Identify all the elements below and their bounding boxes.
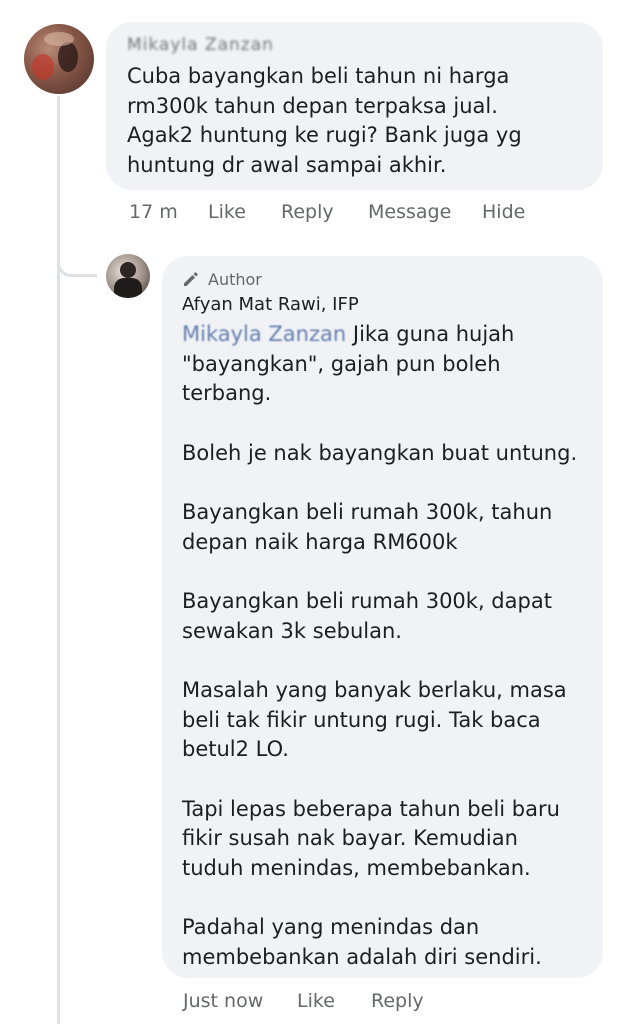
comment-timestamp[interactable]: 17 m — [129, 201, 208, 223]
commenter-name[interactable]: Mikayla Zanzan — [127, 34, 327, 56]
reply-paragraph: Padahal yang menindas dan membebankan ad… — [182, 915, 542, 969]
hide-button[interactable]: Hide — [482, 201, 525, 223]
reply-text: Mikayla Zanzan Jika guna hujah "bayangka… — [182, 320, 583, 972]
reply-paragraph: Tapi lepas beberapa tahun beli baru fiki… — [182, 796, 560, 880]
reply-button[interactable]: Reply — [281, 201, 368, 223]
reply-paragraph: Mikayla Zanzan Jika guna hujah "bayangka… — [182, 322, 515, 405]
reply-reply-button[interactable]: Reply — [371, 990, 424, 1012]
like-button[interactable]: Like — [208, 201, 281, 223]
author-badge-label: Author — [208, 269, 262, 289]
reply-bubble: Author Afyan Mat Rawi, IFP Mikayla Zanza… — [162, 256, 603, 978]
author-avatar[interactable] — [106, 254, 150, 298]
comment-actions: 17 m Like Reply Message Hide — [129, 201, 525, 223]
mention-link[interactable]: Mikayla Zanzan — [182, 322, 346, 346]
reply-connector — [57, 230, 97, 277]
reply-paragraph: Boleh je nak bayangkan buat untung. — [182, 440, 578, 465]
comment-bubble: Mikayla Zanzan Cuba bayangkan beli tahun… — [106, 22, 603, 190]
reply-like-button[interactable]: Like — [297, 990, 371, 1012]
reply-author-name[interactable]: Afyan Mat Rawi, IFP — [182, 292, 583, 318]
author-badge: Author — [182, 268, 583, 290]
pencil-icon — [184, 272, 198, 286]
comment-text: Cuba bayangkan beli tahun ni harga rm300… — [127, 64, 522, 177]
reply-paragraph: Bayangkan beli rumah 300k, dapat sewakan… — [182, 589, 552, 643]
commenter-avatar[interactable] — [24, 24, 94, 94]
message-button[interactable]: Message — [368, 201, 482, 223]
reply-paragraph: Masalah yang banyak berlaku, masa beli t… — [182, 678, 567, 761]
reply-actions: Just now Like Reply — [183, 990, 424, 1012]
reply-timestamp[interactable]: Just now — [183, 990, 297, 1012]
reply-paragraph: Bayangkan beli rumah 300k, tahun depan n… — [182, 500, 553, 554]
